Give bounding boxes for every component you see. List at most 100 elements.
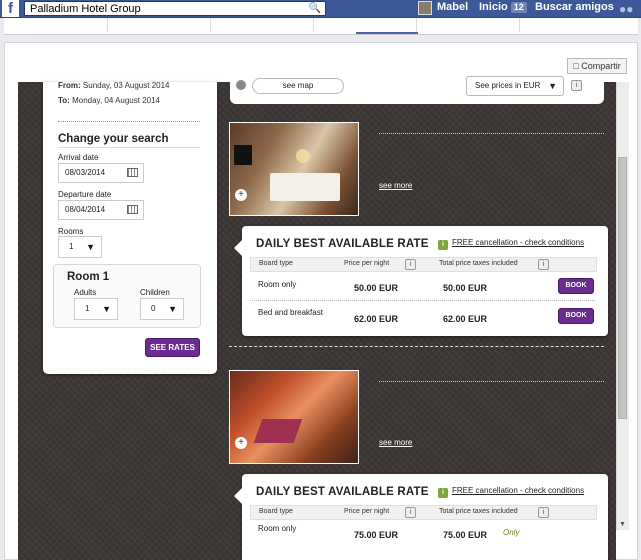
scrollbar-thumb[interactable] bbox=[618, 157, 627, 419]
room-photo-detail bbox=[253, 419, 303, 443]
chevron-down-icon: ▼ bbox=[102, 304, 111, 314]
divider bbox=[58, 121, 200, 122]
info-icon[interactable]: i bbox=[405, 259, 416, 270]
currency-select[interactable]: See prices in EUR ▼ bbox=[466, 76, 564, 96]
book-button[interactable]: BOOK bbox=[558, 308, 594, 324]
change-search-panel: From: Sunday, 03 August 2014 To: Monday,… bbox=[43, 81, 217, 374]
children-label: Children bbox=[140, 288, 170, 297]
rate-title: DAILY BEST AVAILABLE RATE bbox=[256, 238, 429, 250]
currency-select-label: See prices in EUR bbox=[475, 81, 541, 90]
children-value: 0 bbox=[151, 304, 156, 313]
departure-date-field[interactable]: 08/04/2014 bbox=[58, 200, 144, 220]
see-rates-button[interactable]: SEE RATES bbox=[145, 338, 200, 357]
to-date: To: Monday, 04 August 2014 bbox=[58, 96, 160, 105]
rate-row: Room only 75.00 EUR 75.00 EUR Only bbox=[250, 521, 595, 541]
price-per-night: 50.00 EUR bbox=[354, 283, 399, 293]
arrival-date-field[interactable]: 08/03/2014 bbox=[58, 163, 144, 183]
tab-divider bbox=[519, 18, 520, 32]
from-date: From: Sunday, 03 August 2014 bbox=[58, 81, 170, 90]
map-pin-icon bbox=[236, 80, 246, 90]
children-select[interactable]: 0 ▼ bbox=[140, 298, 184, 320]
divider bbox=[58, 147, 200, 148]
departure-date-label: Departure date bbox=[58, 190, 112, 199]
room-photo[interactable]: + bbox=[229, 122, 359, 216]
info-icon[interactable]: i bbox=[571, 80, 582, 91]
adults-label: Adults bbox=[74, 288, 97, 297]
calendar-icon[interactable] bbox=[127, 168, 138, 177]
free-cancellation-link[interactable]: i FREE cancellation - check conditions bbox=[438, 238, 584, 250]
share-button[interactable]: □ Compartir bbox=[567, 58, 627, 74]
info-icon[interactable]: i bbox=[538, 507, 549, 518]
board-type-header: Board type bbox=[259, 260, 293, 267]
page-tab-strip bbox=[4, 18, 638, 35]
search-icon[interactable]: 🔍 bbox=[309, 3, 321, 14]
tab-divider bbox=[107, 18, 108, 32]
divider bbox=[379, 133, 604, 134]
chevron-down-icon: ▼ bbox=[548, 81, 557, 91]
home-label: Inicio bbox=[479, 1, 508, 13]
adults-value: 1 bbox=[85, 304, 90, 313]
info-icon: i bbox=[438, 488, 448, 498]
row-divider bbox=[250, 300, 595, 301]
avatar[interactable] bbox=[418, 1, 432, 15]
chevron-down-icon: ▼ bbox=[86, 242, 95, 252]
home-link[interactable]: Inicio 12 bbox=[479, 0, 527, 17]
info-icon[interactable]: i bbox=[405, 507, 416, 518]
profile-link[interactable]: Mabel bbox=[437, 0, 468, 17]
rooms-label: Rooms bbox=[58, 227, 84, 236]
room-photo[interactable]: + bbox=[229, 370, 359, 464]
rate-panel: DAILY BEST AVAILABLE RATE i FREE cancella… bbox=[234, 474, 608, 560]
board-type: Room only bbox=[258, 524, 297, 533]
free-cancellation-link[interactable]: i FREE cancellation - check conditions bbox=[438, 486, 584, 498]
facebook-search-box[interactable]: 🔍 bbox=[24, 1, 326, 16]
arrival-date-value: 08/03/2014 bbox=[65, 168, 106, 177]
friends-icon[interactable]: ●● bbox=[619, 2, 637, 16]
total-price: 50.00 EUR bbox=[443, 283, 488, 293]
total-price-header: Total price taxes included bbox=[439, 508, 518, 515]
share-label: Compartir bbox=[581, 61, 621, 71]
scroll-down-arrow-icon[interactable]: ▼ bbox=[619, 521, 626, 528]
map-strip: see map See prices in EUR ▼ i bbox=[230, 76, 604, 104]
calendar-icon[interactable] bbox=[127, 205, 138, 214]
rate-panel: DAILY BEST AVAILABLE RATE i FREE cancella… bbox=[234, 226, 608, 336]
home-count-badge: 12 bbox=[510, 2, 527, 13]
chevron-down-icon: ▼ bbox=[168, 304, 177, 314]
room-photo-detail bbox=[296, 149, 310, 163]
see-more-link[interactable]: see more bbox=[379, 181, 412, 190]
price-per-night-header: Price per night bbox=[344, 508, 390, 515]
book-button[interactable]: BOOK bbox=[558, 278, 594, 294]
price-per-night-header: Price per night bbox=[344, 260, 390, 267]
zoom-plus-icon[interactable]: + bbox=[235, 189, 247, 201]
find-friends-link[interactable]: Buscar amigos bbox=[535, 0, 614, 17]
facebook-search-input[interactable] bbox=[25, 2, 310, 15]
scrollbar[interactable]: ▼ bbox=[616, 82, 629, 530]
room-1-title: Room 1 bbox=[67, 271, 110, 283]
price-per-night: 62.00 EUR bbox=[354, 314, 399, 324]
see-more-link[interactable]: see more bbox=[379, 438, 412, 447]
see-map-button[interactable]: see map bbox=[252, 78, 344, 94]
free-cancellation-label: FREE cancellation - check conditions bbox=[452, 238, 585, 247]
rate-table-header: Board type Price per night Total price t… bbox=[250, 505, 597, 520]
rate-panel-pointer bbox=[234, 240, 242, 256]
zoom-plus-icon[interactable]: + bbox=[235, 437, 247, 449]
total-price-header: Total price taxes included bbox=[439, 260, 518, 267]
availability-note: Only bbox=[503, 528, 520, 537]
free-cancellation-label: FREE cancellation - check conditions bbox=[452, 486, 585, 495]
tab-divider bbox=[416, 18, 417, 32]
info-icon[interactable]: i bbox=[538, 259, 549, 270]
total-price: 62.00 EUR bbox=[443, 314, 488, 324]
adults-select[interactable]: 1 ▼ bbox=[74, 298, 118, 320]
rooms-value: 1 bbox=[69, 242, 74, 251]
room-divider bbox=[229, 346, 604, 347]
change-search-title: Change your search bbox=[58, 133, 169, 145]
from-value: Sunday, 03 August 2014 bbox=[82, 81, 170, 90]
rooms-select[interactable]: 1 ▼ bbox=[58, 236, 102, 258]
facebook-logo-icon[interactable]: f bbox=[2, 0, 19, 17]
departure-date-value: 08/04/2014 bbox=[65, 205, 106, 214]
to-value: Monday, 04 August 2014 bbox=[72, 96, 160, 105]
tab-divider bbox=[313, 18, 314, 32]
room-photo-detail bbox=[234, 145, 252, 165]
facebook-top-bar: f 🔍 Mabel Inicio12 Buscar amigos ●● bbox=[0, 0, 641, 18]
tab-active-indicator bbox=[356, 32, 418, 34]
rate-panel-pointer bbox=[234, 488, 242, 504]
